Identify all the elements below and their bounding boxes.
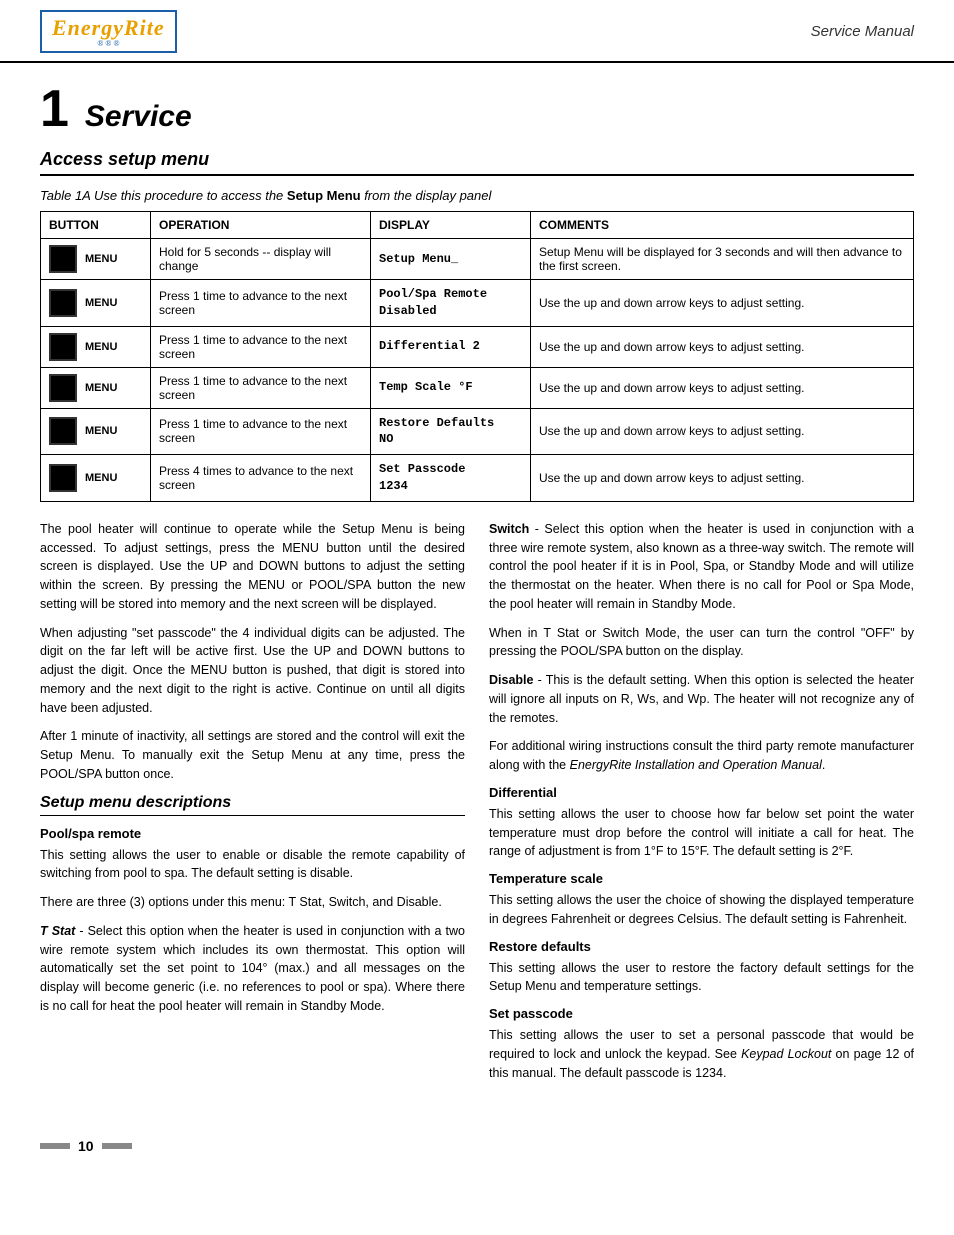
button-cell-0: MENU — [41, 239, 151, 280]
table-row: MENU Press 4 times to advance to the next… — [41, 455, 914, 502]
restore-defaults-heading: Restore defaults — [489, 939, 914, 954]
logo-text: EnergyRite ® ® ® — [40, 10, 177, 53]
differential-text: This setting allows the user to choose h… — [489, 805, 914, 861]
menu-icon-3 — [49, 374, 77, 402]
display-text-3: Temp Scale °F — [379, 379, 522, 396]
menu-label-5: MENU — [85, 472, 117, 484]
menu-icon-0 — [49, 245, 77, 273]
table-row: MENU Press 1 time to advance to the next … — [41, 367, 914, 408]
display-cell-0: Setup Menu_ — [371, 239, 531, 280]
table-caption: Table 1A Use this procedure to access th… — [40, 188, 914, 203]
page-number: 10 — [78, 1138, 94, 1154]
logo: EnergyRite ® ® ® — [40, 10, 177, 53]
col-header-operation: OPERATION — [151, 212, 371, 239]
col-header-display: DISPLAY — [371, 212, 531, 239]
table-caption-end: from the display panel — [361, 188, 492, 203]
menu-label-4: MENU — [85, 425, 117, 437]
comments-cell-2: Use the up and down arrow keys to adjust… — [531, 326, 914, 367]
operation-cell-3: Press 1 time to advance to the next scre… — [151, 367, 371, 408]
footer-bar-left — [40, 1143, 70, 1149]
button-cell-2: MENU — [41, 326, 151, 367]
main-content: 1 Service Access setup menu Table 1A Use… — [0, 63, 954, 1128]
comments-cell-1: Use the up and down arrow keys to adjust… — [531, 280, 914, 327]
menu-label-3: MENU — [85, 382, 117, 394]
menu-icon-2 — [49, 333, 77, 361]
body-columns: The pool heater will continue to operate… — [40, 520, 914, 1093]
restore-defaults-text: This setting allows the user to restore … — [489, 959, 914, 997]
display-cell-4: Restore DefaultsNO — [371, 408, 531, 455]
button-cell-4: MENU — [41, 408, 151, 455]
page-header: EnergyRite ® ® ® Service Manual — [0, 0, 954, 63]
operation-cell-5: Press 4 times to advance to the next scr… — [151, 455, 371, 502]
setup-table: BUTTON OPERATION DISPLAY COMMENTS MENU Ho… — [40, 211, 914, 502]
chapter-title: Service — [85, 100, 192, 134]
display-text-2: Differential 2 — [379, 338, 522, 355]
logo-tagline: ® ® ® — [52, 39, 165, 48]
temp-scale-text: This setting allows the user the choice … — [489, 891, 914, 929]
logo-rite: Rite — [124, 15, 165, 40]
menu-label-1: MENU — [85, 297, 117, 309]
right-para-tstat-off: When in T Stat or Switch Mode, the user … — [489, 624, 914, 662]
display-text-0: Setup Menu_ — [379, 251, 522, 268]
table-row: MENU Press 1 time to advance to the next … — [41, 326, 914, 367]
comments-cell-5: Use the up and down arrow keys to adjust… — [531, 455, 914, 502]
comments-cell-4: Use the up and down arrow keys to adjust… — [531, 408, 914, 455]
setup-menu-bold: Setup Menu — [287, 188, 361, 203]
button-cell-1: MENU — [41, 280, 151, 327]
right-para-switch: Switch - Select this option when the hea… — [489, 520, 914, 614]
footer-bar-right — [102, 1143, 132, 1149]
logo-energy: Energy — [52, 15, 124, 40]
col-header-comments: COMMENTS — [531, 212, 914, 239]
display-text-5: Set Passcode1234 — [379, 461, 522, 495]
left-para-1: The pool heater will continue to operate… — [40, 520, 465, 614]
pool-spa-para-1: This setting allows the user to enable o… — [40, 846, 465, 884]
comments-cell-0: Setup Menu will be displayed for 3 secon… — [531, 239, 914, 280]
pool-spa-para-3: T Stat - Select this option when the hea… — [40, 922, 465, 1016]
section-heading: Access setup menu — [40, 149, 914, 176]
left-para-2: When adjusting "set passcode" the 4 indi… — [40, 624, 465, 718]
col-header-button: BUTTON — [41, 212, 151, 239]
chapter-number: 1 — [40, 83, 69, 135]
menu-icon-1 — [49, 289, 77, 317]
right-para-disable: Disable - This is the default setting. W… — [489, 671, 914, 727]
operation-cell-2: Press 1 time to advance to the next scre… — [151, 326, 371, 367]
pool-spa-para-2: There are three (3) options under this m… — [40, 893, 465, 912]
display-text-1: Pool/Spa RemoteDisabled — [379, 286, 522, 320]
menu-icon-5 — [49, 464, 77, 492]
table-row: MENU Hold for 5 seconds -- display will c… — [41, 239, 914, 280]
pool-spa-remote-heading: Pool/spa remote — [40, 826, 465, 841]
left-para-3: After 1 minute of inactivity, all settin… — [40, 727, 465, 783]
page-footer: 10 — [0, 1128, 954, 1164]
table-caption-text: Table 1A Use this procedure to access th… — [40, 188, 287, 203]
differential-heading: Differential — [489, 785, 914, 800]
set-passcode-text: This setting allows the user to set a pe… — [489, 1026, 914, 1082]
menu-icon-4 — [49, 417, 77, 445]
operation-cell-4: Press 1 time to advance to the next scre… — [151, 408, 371, 455]
button-cell-5: MENU — [41, 455, 151, 502]
table-row: MENU Press 1 time to advance to the next … — [41, 408, 914, 455]
comments-cell-3: Use the up and down arrow keys to adjust… — [531, 367, 914, 408]
left-column: The pool heater will continue to operate… — [40, 520, 465, 1093]
set-passcode-heading: Set passcode — [489, 1006, 914, 1021]
display-cell-1: Pool/Spa RemoteDisabled — [371, 280, 531, 327]
button-cell-3: MENU — [41, 367, 151, 408]
setup-descriptions-heading: Setup menu descriptions — [40, 794, 465, 816]
display-cell-5: Set Passcode1234 — [371, 455, 531, 502]
display-text-4: Restore DefaultsNO — [379, 415, 522, 449]
operation-cell-0: Hold for 5 seconds -- display will chang… — [151, 239, 371, 280]
table-row: MENU Press 1 time to advance to the next … — [41, 280, 914, 327]
temp-scale-heading: Temperature scale — [489, 871, 914, 886]
service-manual-label: Service Manual — [811, 23, 914, 40]
menu-label-2: MENU — [85, 341, 117, 353]
display-cell-2: Differential 2 — [371, 326, 531, 367]
menu-label-0: MENU — [85, 253, 117, 265]
operation-cell-1: Press 1 time to advance to the next scre… — [151, 280, 371, 327]
right-column: Switch - Select this option when the hea… — [489, 520, 914, 1093]
chapter-heading: 1 Service — [40, 83, 914, 135]
display-cell-3: Temp Scale °F — [371, 367, 531, 408]
right-para-wiring: For additional wiring instructions consu… — [489, 737, 914, 775]
